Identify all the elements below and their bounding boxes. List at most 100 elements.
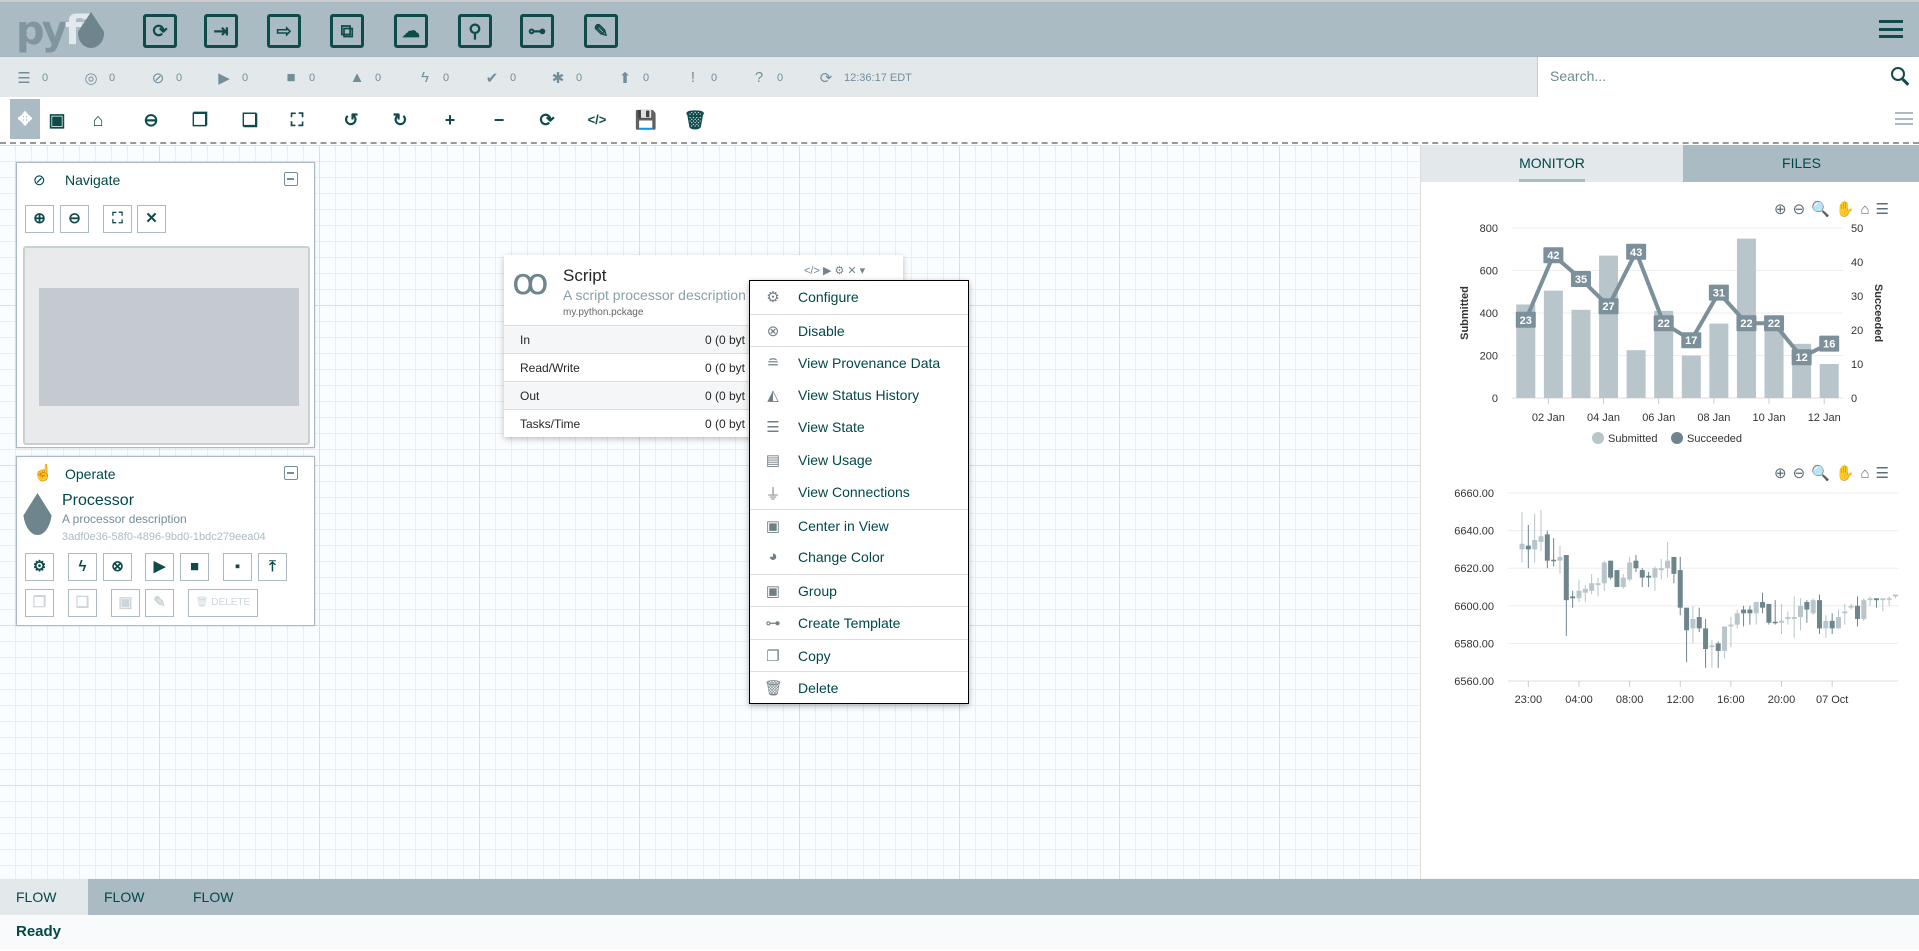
- fullscreen-button[interactable]: ⛶: [283, 106, 311, 134]
- collapse-operate-button[interactable]: [284, 466, 298, 480]
- candle-body: [1646, 575, 1652, 578]
- delete-button[interactable]: 🗑 DELETE: [188, 589, 258, 617]
- bolt-icon: ϟ: [421, 69, 429, 86]
- data-label: 22: [1768, 318, 1780, 330]
- search-input[interactable]: [1550, 57, 1870, 95]
- group-button[interactable]: ▣: [111, 589, 140, 617]
- copy-icon: ❐: [766, 647, 780, 665]
- select-button[interactable]: ▣: [43, 106, 71, 134]
- refresh-status[interactable]: ⟳ 12:36:17 EDT: [818, 69, 912, 87]
- status-item: ▲ 0: [349, 69, 382, 86]
- undo-button[interactable]: ↺: [337, 106, 365, 134]
- tab-flow-3[interactable]: FLOW #3: [177, 879, 266, 941]
- refresh-button[interactable]: ⟳: [533, 106, 561, 134]
- zoom-out-button[interactable]: ⊖: [60, 205, 89, 233]
- menu-item-configure[interactable]: ⚙ Configure: [750, 281, 968, 313]
- color-button[interactable]: ✎: [145, 589, 174, 617]
- y-tick-label: 800: [1480, 223, 1498, 235]
- menu-item-view-connections[interactable]: ⏚ View Connections: [750, 476, 968, 508]
- menu-item-copy[interactable]: ❐ Copy: [750, 638, 968, 671]
- zoom-in-button[interactable]: ⊕: [25, 205, 54, 233]
- input-port-icon[interactable]: ⇥: [204, 14, 238, 48]
- code-button[interactable]: </>: [583, 106, 611, 134]
- status-count: 0: [777, 71, 784, 84]
- group-icon: ▣: [765, 582, 781, 600]
- home-button[interactable]: ⌂: [84, 106, 112, 134]
- bar-submitted: [1543, 290, 1563, 398]
- candle-body: [1791, 617, 1797, 619]
- save-button[interactable]: 💾: [632, 106, 660, 134]
- label-icon[interactable]: ✎: [584, 14, 618, 48]
- menu-item-label: View Status History: [798, 386, 920, 403]
- enable-button[interactable]: ϟ: [68, 553, 97, 581]
- save-button[interactable]: ▪: [223, 553, 252, 581]
- expand-button[interactable]: ✕: [137, 205, 166, 233]
- collapse-navigate-button[interactable]: [284, 172, 298, 186]
- status-count: 0: [443, 71, 450, 84]
- menu-item-view-state[interactable]: ☰ View State: [750, 411, 968, 443]
- processor-icon[interactable]: ⟳: [143, 14, 177, 48]
- copy-button[interactable]: ❐: [186, 106, 214, 134]
- plus-button[interactable]: +: [436, 106, 464, 134]
- redo-button[interactable]: ↻: [386, 106, 414, 134]
- candle-body: [1779, 620, 1785, 623]
- start-button[interactable]: ▶: [145, 553, 174, 581]
- stop-button[interactable]: ■: [180, 553, 209, 581]
- paste-button[interactable]: ❏: [68, 589, 97, 617]
- toolbar-menu-icon[interactable]: [1895, 112, 1913, 125]
- asterisk-icon: ✱: [551, 70, 565, 87]
- move-button[interactable]: ✥: [10, 99, 40, 139]
- transmit-icon: ⊘: [151, 70, 165, 87]
- birdseye-view[interactable]: [23, 246, 310, 445]
- menu-item-view-provenance-data[interactable]: ≘ View Provenance Data: [750, 346, 968, 378]
- menu-item-view-status-history[interactable]: ◭ View Status History: [750, 379, 968, 411]
- menu-item-group[interactable]: ▣ Group: [750, 573, 968, 606]
- menu-item-create-template[interactable]: ⊶ Create Template: [750, 606, 968, 638]
- fit-button[interactable]: ⛶: [103, 205, 132, 233]
- search-icon[interactable]: [1891, 67, 1905, 81]
- viewport-rect[interactable]: [39, 288, 299, 406]
- upload-button[interactable]: ⤒: [258, 553, 287, 581]
- menu-item-center-in-view[interactable]: ▣ Center in View: [750, 508, 968, 541]
- status-count: 0: [711, 71, 718, 84]
- status-item: ⊘ 0: [150, 69, 182, 87]
- configure-button[interactable]: ⚙: [25, 553, 54, 581]
- tab-flow-2[interactable]: FLOW #2: [88, 879, 177, 941]
- upload-icon: ⤒: [269, 558, 276, 575]
- disable-button[interactable]: ⊗: [103, 553, 132, 581]
- disable-icon: ⊗: [111, 558, 124, 575]
- search-box: [1537, 57, 1919, 97]
- copy-button[interactable]: ❐: [25, 589, 54, 617]
- funnel-icon[interactable]: ⚲: [458, 14, 492, 48]
- candle-body: [1829, 620, 1835, 629]
- processor-name: Processor: [62, 492, 135, 509]
- candle-body: [1595, 583, 1601, 586]
- menu-item-view-usage[interactable]: ▤ View Usage: [750, 444, 968, 476]
- menu-item-change-color[interactable]: ◕ Change Color: [750, 541, 968, 573]
- remote-group-icon[interactable]: ☁: [394, 14, 428, 48]
- candle-body: [1525, 545, 1531, 550]
- status-count: 0: [176, 72, 183, 84]
- zoom-in-icon: ⊕: [33, 210, 46, 227]
- hamburger-menu-button[interactable]: [1879, 20, 1903, 38]
- minus-button[interactable]: −: [485, 106, 513, 134]
- node-tools[interactable]: </> ▶ ⚙ ✕ ▾: [804, 264, 865, 277]
- hand-pointer-icon: ☝: [33, 465, 53, 482]
- minus-circle-button[interactable]: ⊖: [137, 106, 165, 134]
- output-port-icon[interactable]: ⇨: [267, 14, 301, 48]
- y-tick-label: 0: [1492, 393, 1498, 405]
- x-tick-label: 20:00: [1768, 694, 1796, 706]
- status-count: 0: [375, 71, 382, 84]
- menu-item-delete[interactable]: 🗑 Delete: [750, 671, 968, 703]
- process-group-icon[interactable]: ⧉: [330, 14, 364, 48]
- menu-item-disable[interactable]: ⊗ Disable: [750, 313, 968, 346]
- paste-button[interactable]: ❏: [236, 106, 264, 134]
- data-label: 23: [1520, 315, 1532, 327]
- tab-flow-1[interactable]: FLOW #1: [0, 879, 88, 941]
- candle-body: [1582, 588, 1588, 593]
- legend-marker-succeeded: [1671, 432, 1683, 444]
- template-icon[interactable]: ⊶: [520, 14, 554, 48]
- trash-button[interactable]: 🗑: [681, 106, 709, 134]
- play-icon: ▶: [218, 70, 230, 87]
- stop-icon: ■: [286, 69, 296, 86]
